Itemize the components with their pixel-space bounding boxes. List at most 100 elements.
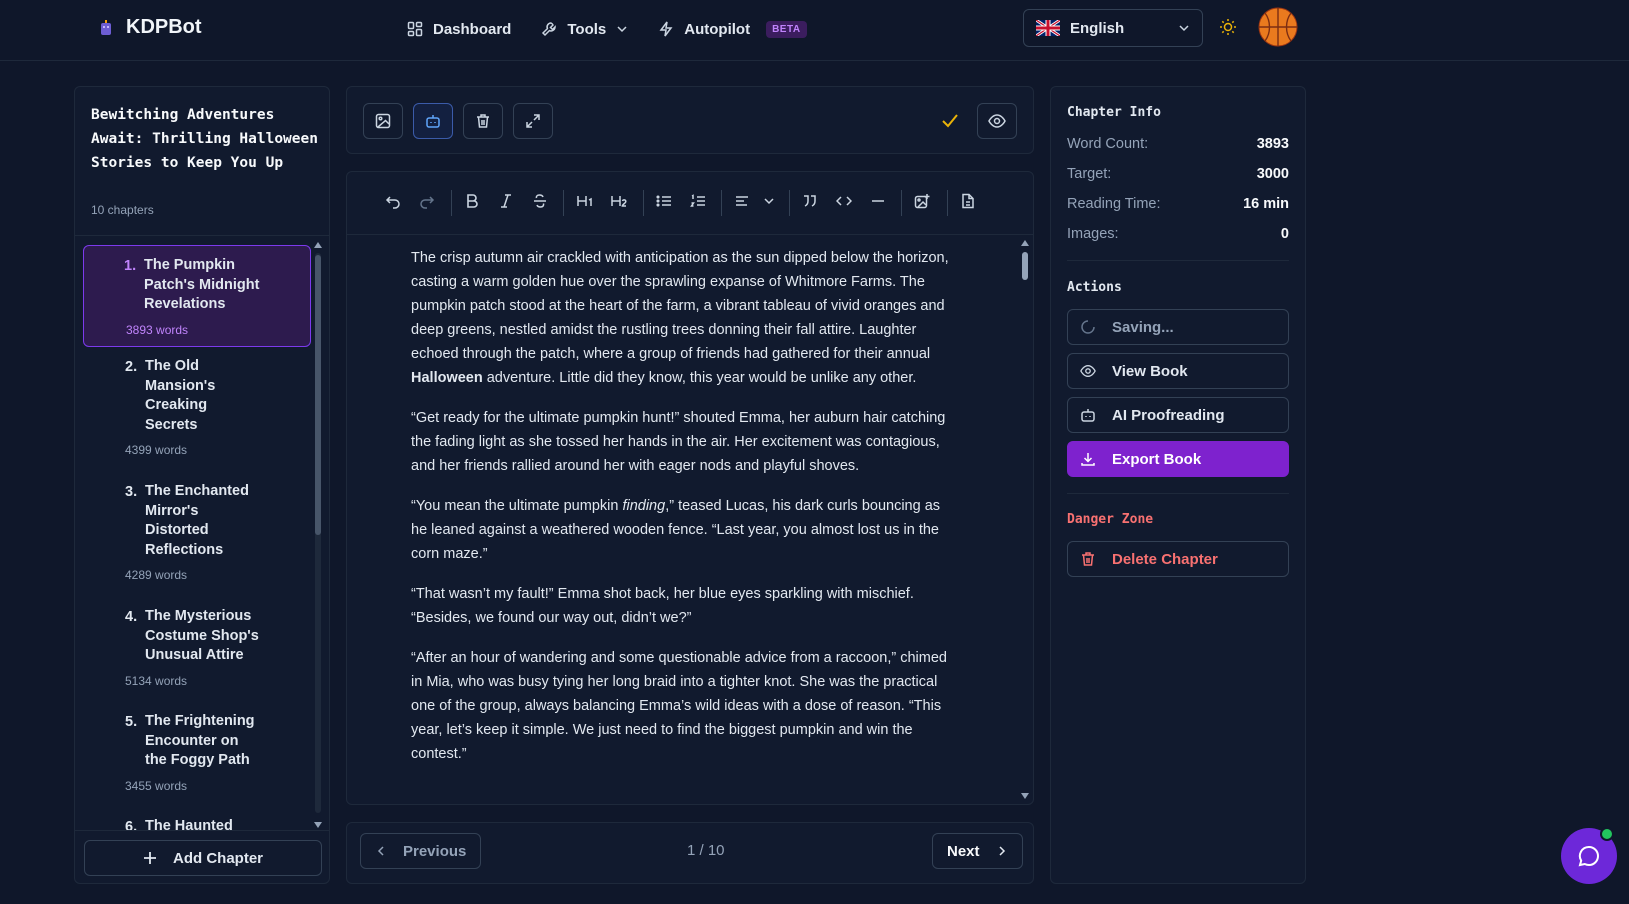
download-icon xyxy=(1081,453,1095,466)
horizontal-rule-icon[interactable] xyxy=(870,193,886,209)
view-book-button[interactable]: View Book xyxy=(1067,353,1289,389)
heading-1-icon[interactable] xyxy=(576,193,594,209)
chapter-words: 3893 words xyxy=(126,322,189,337)
previous-button[interactable]: Previous xyxy=(360,833,482,869)
delete-chapter-button[interactable]: Delete Chapter xyxy=(1067,541,1289,577)
align-left-icon[interactable] xyxy=(734,193,750,209)
nav-dashboard-label: Dashboard xyxy=(433,20,512,38)
toolbar-separator xyxy=(643,190,644,216)
chapter-number: 1. xyxy=(124,258,137,274)
heading-2-icon[interactable] xyxy=(610,193,628,209)
chapter-list: 1. The Pumpkin Patch's Midnight Revelati… xyxy=(83,245,311,831)
scroll-thumb[interactable] xyxy=(1022,252,1028,280)
chapter-number: 5. xyxy=(125,714,138,730)
chapter-list-scrollbar[interactable] xyxy=(313,239,323,831)
toolbar-separator xyxy=(721,190,722,216)
editor-content[interactable]: The crisp autumn air crackled with antic… xyxy=(411,246,956,796)
bold-icon[interactable] xyxy=(464,193,480,209)
italic-text: finding xyxy=(622,498,666,514)
eye-icon xyxy=(1080,364,1096,378)
add-image-icon[interactable] xyxy=(914,193,930,209)
toolbar-separator xyxy=(563,190,564,216)
ai-proofreading-button[interactable]: AI Proofreading xyxy=(1067,397,1289,433)
language-select[interactable]: English xyxy=(1023,9,1203,47)
undo-icon[interactable] xyxy=(385,193,401,209)
robot-icon xyxy=(426,115,440,128)
insert-image-button[interactable] xyxy=(363,103,403,139)
numbered-list-icon[interactable] xyxy=(690,193,706,209)
user-avatar[interactable] xyxy=(1258,7,1298,47)
chapter-item[interactable]: 5. The Frightening Encounter on the Fogg… xyxy=(83,702,311,807)
eye-icon xyxy=(988,114,1006,128)
nav-tools-label: Tools xyxy=(567,20,607,38)
divider xyxy=(75,235,329,236)
chapter-item[interactable]: 6. The Haunted xyxy=(83,807,311,831)
chapter-item[interactable]: 2. The Old Mansion's Creaking Secrets 43… xyxy=(83,347,311,472)
chapter-item[interactable]: 3. The Enchanted Mirror's Distorted Refl… xyxy=(83,472,311,597)
strikethrough-icon[interactable] xyxy=(532,193,548,209)
saved-check xyxy=(941,111,959,129)
scroll-down-arrow-icon xyxy=(314,822,322,828)
chapter-title: The Enchanted Mirror's Distorted Reflect… xyxy=(145,483,249,558)
basketball-avatar-icon xyxy=(1258,7,1298,47)
scroll-up-arrow-icon xyxy=(1021,240,1029,246)
chapter-title: The Pumpkin Patch's Midnight Revelations xyxy=(144,257,260,312)
chapter-number: 2. xyxy=(125,359,138,375)
add-chapter-label: Add Chapter xyxy=(173,849,263,867)
trash-icon xyxy=(1082,552,1094,566)
delete-button[interactable] xyxy=(463,103,503,139)
divider xyxy=(1067,260,1289,261)
chapter-title: The Haunted xyxy=(145,818,233,831)
quote-icon[interactable] xyxy=(802,193,818,209)
next-button[interactable]: Next xyxy=(932,833,1023,869)
actions-heading: Actions xyxy=(1067,280,1122,295)
saving-button[interactable]: Saving... xyxy=(1067,309,1289,345)
brand-logo[interactable]: KDPBot xyxy=(100,16,202,39)
toolbar-separator xyxy=(901,190,902,216)
toolbar-separator xyxy=(451,190,452,216)
nav-tools[interactable]: Tools xyxy=(541,17,628,41)
italic-icon[interactable] xyxy=(498,193,514,209)
document-icon[interactable] xyxy=(960,193,976,209)
add-chapter-button[interactable]: Add Chapter xyxy=(84,840,322,876)
export-book-button[interactable]: Export Book xyxy=(1067,441,1289,477)
nav-autopilot[interactable]: Autopilot BETA xyxy=(658,17,807,41)
media-toolbar xyxy=(346,86,1034,154)
bold-text: Halloween xyxy=(411,370,483,386)
brand-name: KDPBot xyxy=(126,16,202,38)
paragraph: “Get ready for the ultimate pumpkin hunt… xyxy=(411,410,946,474)
theme-toggle[interactable] xyxy=(1219,18,1237,36)
language-label: English xyxy=(1070,19,1125,37)
chapter-item[interactable]: 1. The Pumpkin Patch's Midnight Revelati… xyxy=(83,245,311,347)
chapter-editor: The crisp autumn air crackled with antic… xyxy=(346,171,1034,805)
chapter-count: 10 chapters xyxy=(91,203,154,217)
robot-icon xyxy=(1081,409,1095,422)
chapter-item[interactable]: 4. The Mysterious Costume Shop's Unusual… xyxy=(83,597,311,702)
code-icon[interactable] xyxy=(836,193,852,209)
nav-dashboard[interactable]: Dashboard xyxy=(407,17,511,41)
chevron-down-icon[interactable] xyxy=(763,195,775,207)
scroll-thumb[interactable] xyxy=(315,255,321,535)
ai-assistant-button[interactable] xyxy=(413,103,453,139)
chapter-words: 4289 words xyxy=(125,568,188,582)
chapter-number: 4. xyxy=(125,609,138,625)
wrench-icon xyxy=(542,22,557,37)
preview-button[interactable] xyxy=(977,103,1017,139)
online-status-dot xyxy=(1600,827,1614,841)
chat-bubble-icon xyxy=(1578,845,1599,867)
danger-zone-heading: Danger Zone xyxy=(1067,512,1154,527)
chevron-left-icon xyxy=(377,846,384,856)
next-label: Next xyxy=(947,842,980,860)
bullet-list-icon[interactable] xyxy=(656,193,672,209)
expand-icon xyxy=(526,114,540,128)
chapter-info-panel: Chapter Info Word Count: 3893 Target: 3000… xyxy=(1050,86,1306,884)
redo-icon[interactable] xyxy=(419,193,435,209)
robot-logo-icon xyxy=(101,19,111,35)
scroll-down-arrow-icon xyxy=(1021,793,1029,799)
fullscreen-button[interactable] xyxy=(513,103,553,139)
editor-scrollbar[interactable] xyxy=(1019,236,1031,804)
check-icon xyxy=(942,114,958,128)
chapter-sidebar: Bewitching Adventures Await: Thrilling H… xyxy=(74,86,330,884)
trash-icon xyxy=(477,114,489,128)
chapter-pager: Previous 1 / 10 Next xyxy=(346,822,1034,884)
